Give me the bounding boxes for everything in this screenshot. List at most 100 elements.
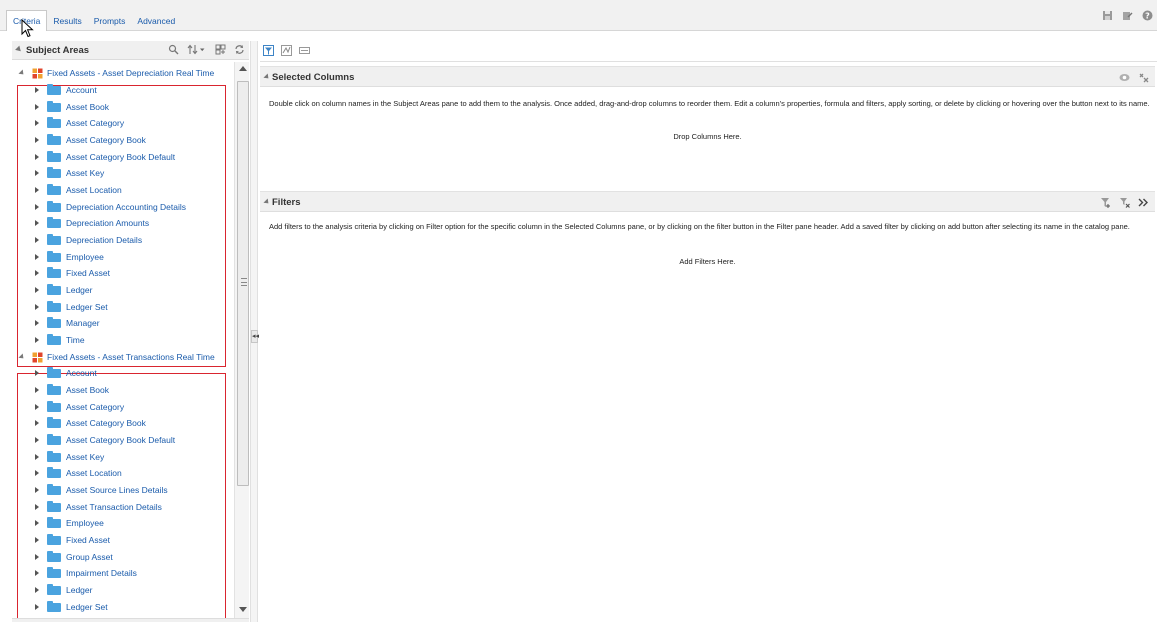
folder-row[interactable]: Asset Transaction Details [35,500,162,514]
folder-row[interactable]: Asset Category Book [35,416,146,430]
expand-icon[interactable] [35,520,39,526]
subject-area-row[interactable]: Fixed Assets - Asset Transactions Real T… [18,350,215,364]
expand-icon[interactable] [35,370,39,376]
expand-icon[interactable] [35,87,39,93]
expand-icon[interactable] [35,437,39,443]
remove-all-icon[interactable] [1138,72,1149,83]
tab-prompts[interactable]: Prompts [88,10,132,31]
expand-icon[interactable] [35,470,39,476]
save-as-icon[interactable] [1122,10,1133,21]
edit-formula-icon[interactable] [281,45,292,56]
add-filter-icon[interactable] [1100,197,1111,208]
scroll-thumb[interactable] [237,81,249,486]
expand-icon[interactable] [35,320,39,326]
expand-icon[interactable] [35,254,39,260]
dropdown-arrow-icon[interactable] [200,44,207,55]
filters-panel: Filters Add filters to the analysis crit… [260,191,1155,622]
combine-icon[interactable] [299,45,310,56]
help-icon[interactable]: ? [1142,10,1153,21]
folder-row[interactable]: Asset Category [35,116,124,130]
expand-icon[interactable] [35,120,39,126]
expand-icon[interactable] [35,154,39,160]
expand-icon[interactable] [35,187,39,193]
folder-row[interactable]: Asset Category Book Default [35,433,175,447]
sort-icon[interactable] [187,44,198,55]
collapse-icon[interactable] [263,198,271,206]
folder-row[interactable]: Depreciation Accounting Details [35,200,186,214]
folder-row[interactable]: Asset Book [35,100,109,114]
expand-icon[interactable] [35,137,39,143]
expand-icon[interactable] [35,537,39,543]
expand-icon[interactable] [35,270,39,276]
expand-icon[interactable] [35,454,39,460]
expand-icon[interactable] [35,604,39,610]
drop-columns-target[interactable]: Drop Columns Here. [260,132,1155,141]
hide-icon[interactable] [1119,72,1130,83]
expand-icon[interactable] [35,220,39,226]
filter-icon[interactable] [263,45,274,56]
expand-icon[interactable] [35,487,39,493]
expand-icon[interactable] [35,387,39,393]
folder-row[interactable]: Ledger Set [35,600,108,614]
expand-icon[interactable] [35,104,39,110]
collapse-icon[interactable] [18,69,26,77]
more-options-icon[interactable] [1138,197,1149,208]
folder-row[interactable]: Asset Key [35,166,104,180]
folder-row[interactable]: Asset Book [35,383,109,397]
folder-row[interactable]: Ledger [35,283,92,297]
expand-icon[interactable] [35,337,39,343]
folder-row[interactable]: Employee [35,250,104,264]
pane-splitter[interactable]: ◂◂ [250,41,259,622]
folder-row[interactable]: Ledger [35,583,92,597]
expand-icon[interactable] [35,420,39,426]
folder-row[interactable]: Asset Category Book Default [35,150,175,164]
expand-icon[interactable] [35,287,39,293]
folder-row[interactable]: Asset Category Book [35,133,146,147]
search-icon[interactable] [168,44,179,55]
expand-icon[interactable] [35,554,39,560]
folder-row[interactable]: Account [35,83,97,97]
add-subject-area-icon[interactable] [215,44,226,55]
expand-icon[interactable] [35,304,39,310]
folder-row[interactable]: Asset Category [35,400,124,414]
folder-row[interactable]: Asset Source Lines Details [35,483,168,497]
refresh-icon[interactable] [234,44,245,55]
folder-row[interactable]: Asset Location [35,183,122,197]
expand-icon[interactable] [35,570,39,576]
folder-row[interactable]: Manager [35,316,100,330]
collapse-icon[interactable] [263,73,271,81]
folder-row[interactable]: Impairment Details [35,566,137,580]
expand-icon[interactable] [35,504,39,510]
vertical-scrollbar[interactable] [234,62,249,618]
add-filters-target[interactable]: Add Filters Here. [260,257,1155,266]
expand-icon[interactable] [35,587,39,593]
expand-icon[interactable] [35,204,39,210]
collapse-icon[interactable] [18,353,26,361]
folder-row[interactable]: Fixed Asset [35,266,110,280]
folder-row[interactable]: Account [35,366,97,380]
folder-row[interactable]: Time [35,333,85,347]
folder-row[interactable]: Group Asset [35,550,113,564]
filters-description: Add filters to the analysis criteria by … [269,222,1130,231]
scroll-down-icon[interactable] [239,607,247,612]
folder-label: Asset Category [66,402,125,412]
expand-icon[interactable] [35,170,39,176]
tab-results[interactable]: Results [47,10,87,31]
delete-filters-icon[interactable] [1119,197,1130,208]
expand-icon[interactable] [35,237,39,243]
scroll-up-icon[interactable] [239,66,247,71]
folder-row[interactable]: Employee [35,516,104,530]
expand-icon[interactable] [35,404,39,410]
folder-row[interactable]: Depreciation Details [35,233,142,247]
tab-advanced[interactable]: Advanced [131,10,181,31]
collapse-left-pane-button[interactable]: ◂◂ [251,330,259,343]
folder-row[interactable]: Asset Location [35,466,122,480]
folder-row[interactable]: Ledger Set [35,300,108,314]
folder-row[interactable]: Depreciation Amounts [35,216,149,230]
folder-label: Manager [66,318,100,328]
save-icon[interactable] [1102,10,1113,21]
folder-row[interactable]: Asset Key [35,450,104,464]
subject-area-row[interactable]: Fixed Assets - Asset Depreciation Real T… [18,66,214,80]
collapse-icon[interactable] [15,45,23,54]
folder-row[interactable]: Fixed Asset [35,533,110,547]
